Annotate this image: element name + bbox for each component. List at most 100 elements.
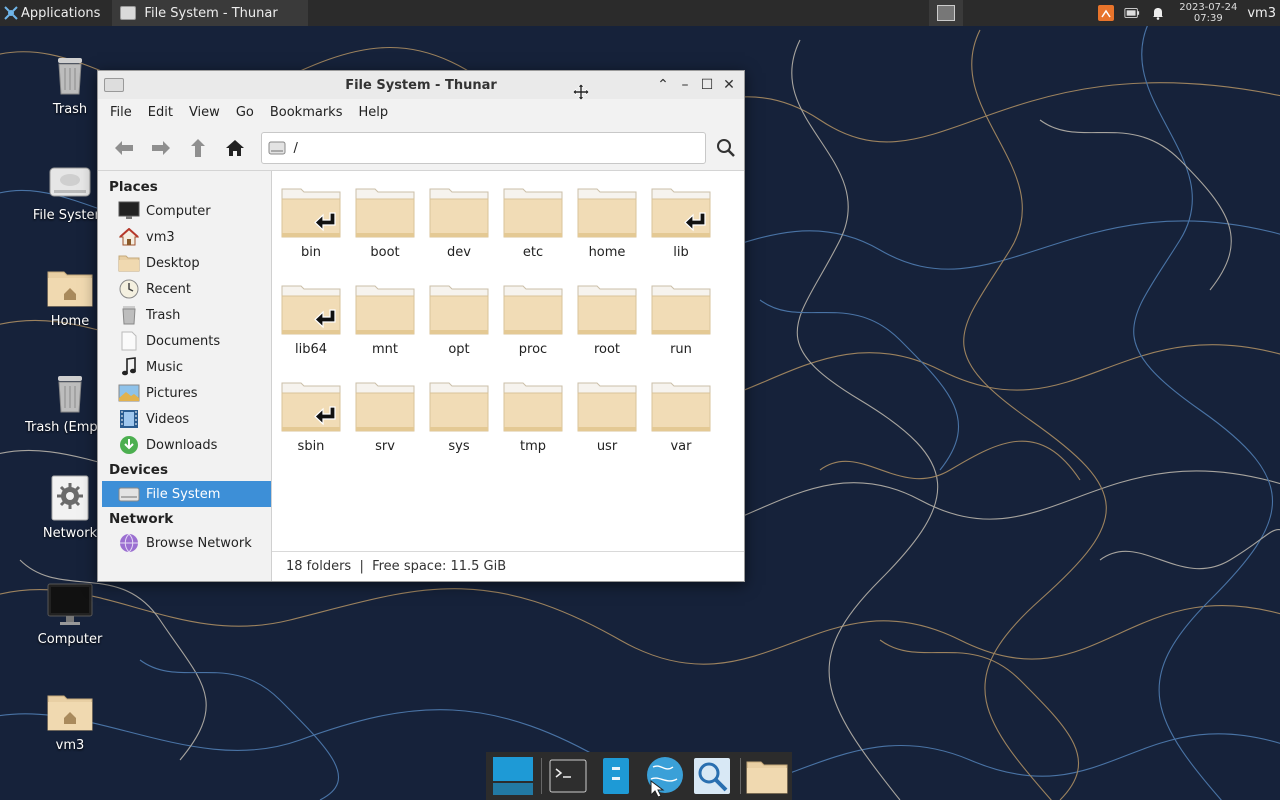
menu-bookmarks[interactable]: Bookmarks [262,105,351,120]
folder-icon [649,282,713,340]
sidebar-item-pictures[interactable]: Pictures [98,380,271,406]
sidebar-item-file-system[interactable]: File System [102,481,271,507]
battery-icon[interactable] [1124,5,1140,21]
dock-show-desktop[interactable] [490,753,536,799]
sidebar-item-trash[interactable]: Trash [98,302,271,328]
maximize-button[interactable]: ☐ [696,75,718,95]
move-cursor-icon [572,83,590,101]
sidebar-item-recent[interactable]: Recent [98,276,271,302]
folder-item[interactable]: boot [348,185,422,282]
folder-item[interactable]: tmp [496,379,570,476]
dock-app-finder[interactable] [689,753,735,799]
menu-file[interactable]: File [102,105,140,120]
search-button[interactable] [708,130,744,166]
workspace-icon [937,5,956,21]
bottom-dock [486,752,792,800]
sidebar-item-downloads[interactable]: Downloads [98,432,271,458]
close-button[interactable]: ✕ [718,75,740,95]
workspace-switcher[interactable] [929,0,964,26]
home-button[interactable] [217,130,254,166]
menu-edit[interactable]: Edit [140,105,181,120]
sidebar-heading-network: Network [109,511,174,527]
sidebar-item-desktop[interactable]: Desktop [98,250,271,276]
gear-icon [46,474,94,522]
shade-button[interactable]: ⌃ [652,75,674,95]
folder-item[interactable]: usr [570,379,644,476]
folder-item[interactable]: proc [496,282,570,379]
clock-date: 2023-07-24 [1179,2,1238,13]
network-globe-icon [118,533,140,553]
menu-view[interactable]: View [181,105,228,120]
folder-item[interactable]: bin [274,185,348,282]
dock-home-folder[interactable] [744,753,790,799]
desktop-icon-computer[interactable]: Computer [25,580,115,647]
sidebar-item-computer[interactable]: Computer [98,198,271,224]
sidebar-item-documents[interactable]: Documents [98,328,271,354]
panel-clock[interactable]: 2023-07-24 07:39 [1179,2,1237,24]
sidebar-item-label: Music [146,359,183,375]
desktop-icon-vm3[interactable]: vm3 [25,686,115,753]
folder-item[interactable]: dev [422,185,496,282]
sidebar-item-videos[interactable]: Videos [98,406,271,432]
taskbar-window-button[interactable]: File System - Thunar [112,0,309,26]
monitor-icon [118,201,140,221]
folder-icon [575,282,639,340]
folder-item[interactable]: mnt [348,282,422,379]
menu-help[interactable]: Help [350,105,396,120]
folder-item[interactable]: etc [496,185,570,282]
dock-web-browser[interactable] [641,753,687,799]
folder-icon [427,379,491,437]
sidebar-item-label: Recent [146,281,191,297]
applications-label: Applications [21,5,101,21]
sidebar-item-label: Pictures [146,385,198,401]
folder-item[interactable]: lib [644,185,718,282]
dock-file-manager[interactable] [593,753,639,799]
user-menu[interactable]: vm3 [1247,6,1276,21]
sidebar-heading-places: Places [109,179,158,195]
folder-name: home [588,245,626,260]
home-folder-icon [46,686,94,734]
folder-symlink-icon [279,185,343,243]
home-folder-icon [46,262,94,310]
parent-folder-button[interactable] [180,130,217,166]
folder-item[interactable]: sys [422,379,496,476]
folder-item[interactable]: srv [348,379,422,476]
folder-symlink-icon [279,282,343,340]
sidebar-item-label: Videos [146,411,190,427]
window-titlebar[interactable]: File System - Thunar ⌃ – ☐ ✕ [98,71,744,101]
folder-name: etc [522,245,544,260]
folder-item[interactable]: root [570,282,644,379]
folder-item[interactable]: opt [422,282,496,379]
folder-item[interactable]: lib64 [274,282,348,379]
dock-terminal[interactable] [545,753,591,799]
menu-go[interactable]: Go [228,105,262,120]
forward-button[interactable] [143,130,180,166]
back-button[interactable] [106,130,143,166]
applications-menu-button[interactable]: Applications [0,0,106,26]
folder-item[interactable]: sbin [274,379,348,476]
folder-name: sbin [297,439,325,454]
network-tray-icon[interactable] [1098,5,1115,21]
thunar-window: File System - Thunar ⌃ – ☐ ✕ File Edit V… [97,70,745,582]
location-bar[interactable]: / [260,132,707,164]
folder-item[interactable]: run [644,282,718,379]
folder-item[interactable]: home [570,185,644,282]
menu-bar: File Edit View Go Bookmarks Help [98,99,744,126]
music-note-icon [118,357,140,377]
notification-bell-icon[interactable] [1150,5,1166,21]
sidebar-item-browse-network[interactable]: Browse Network [98,530,271,556]
folder-item[interactable]: var [644,379,718,476]
clock-icon [118,279,140,299]
chevron-up-icon: ⌃ [657,77,669,93]
minimize-button[interactable]: – [674,75,696,95]
document-icon [118,331,140,351]
home-folder-icon [746,761,788,794]
xfce-logo-icon [4,6,18,20]
folder-name: lib64 [294,342,328,357]
sidebar-item-vm3[interactable]: vm3 [98,224,271,250]
maximize-icon: ☐ [700,77,714,93]
file-view[interactable]: bin boot dev etc home lib lib64 mnt opt proc root r… [272,171,744,581]
folder-symlink-icon [649,185,713,243]
sidebar-item-label: vm3 [146,229,175,245]
sidebar-item-music[interactable]: Music [98,354,271,380]
